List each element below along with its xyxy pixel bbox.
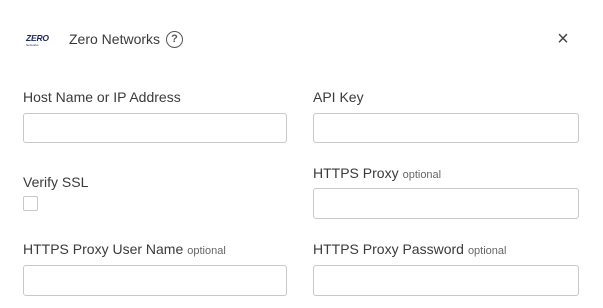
proxy-password-label: HTTPS Proxy Password optional — [313, 241, 506, 257]
host-label-text: Host Name or IP Address — [23, 89, 181, 105]
optional-tag: optional — [467, 245, 507, 257]
verify-ssl-label-text: Verify SSL — [23, 174, 89, 190]
logo-text: ZERO — [26, 33, 49, 43]
zero-networks-logo: ZERO Networks — [26, 33, 54, 49]
api-key-input[interactable] — [313, 113, 579, 143]
verify-ssl-label: Verify SSL — [23, 174, 88, 190]
https-proxy-label: HTTPS Proxy optional — [313, 165, 441, 181]
dialog-header: ZERO Networks Zero Networks ? × — [0, 0, 603, 80]
https-proxy-label-text: HTTPS Proxy — [313, 165, 399, 181]
help-circle-icon[interactable]: ? — [166, 31, 183, 48]
optional-tag: optional — [402, 169, 442, 181]
host-label: Host Name or IP Address — [23, 89, 181, 105]
api-key-label-text: API Key — [313, 89, 364, 105]
verify-ssl-checkbox[interactable] — [23, 196, 38, 211]
proxy-user-input[interactable] — [23, 265, 287, 296]
proxy-user-label-text: HTTPS Proxy User Name — [23, 241, 184, 257]
https-proxy-input[interactable] — [313, 188, 579, 219]
api-key-label: API Key — [313, 89, 364, 105]
proxy-user-label: HTTPS Proxy User Name optional — [23, 241, 226, 257]
close-icon[interactable]: × — [556, 29, 570, 49]
optional-tag: optional — [187, 245, 226, 257]
proxy-password-label-text: HTTPS Proxy Password — [313, 241, 464, 257]
host-input[interactable] — [23, 113, 287, 143]
logo-subtext: Networks — [26, 43, 39, 47]
dialog-title: Zero Networks — [69, 31, 161, 47]
proxy-password-input[interactable] — [313, 265, 579, 296]
